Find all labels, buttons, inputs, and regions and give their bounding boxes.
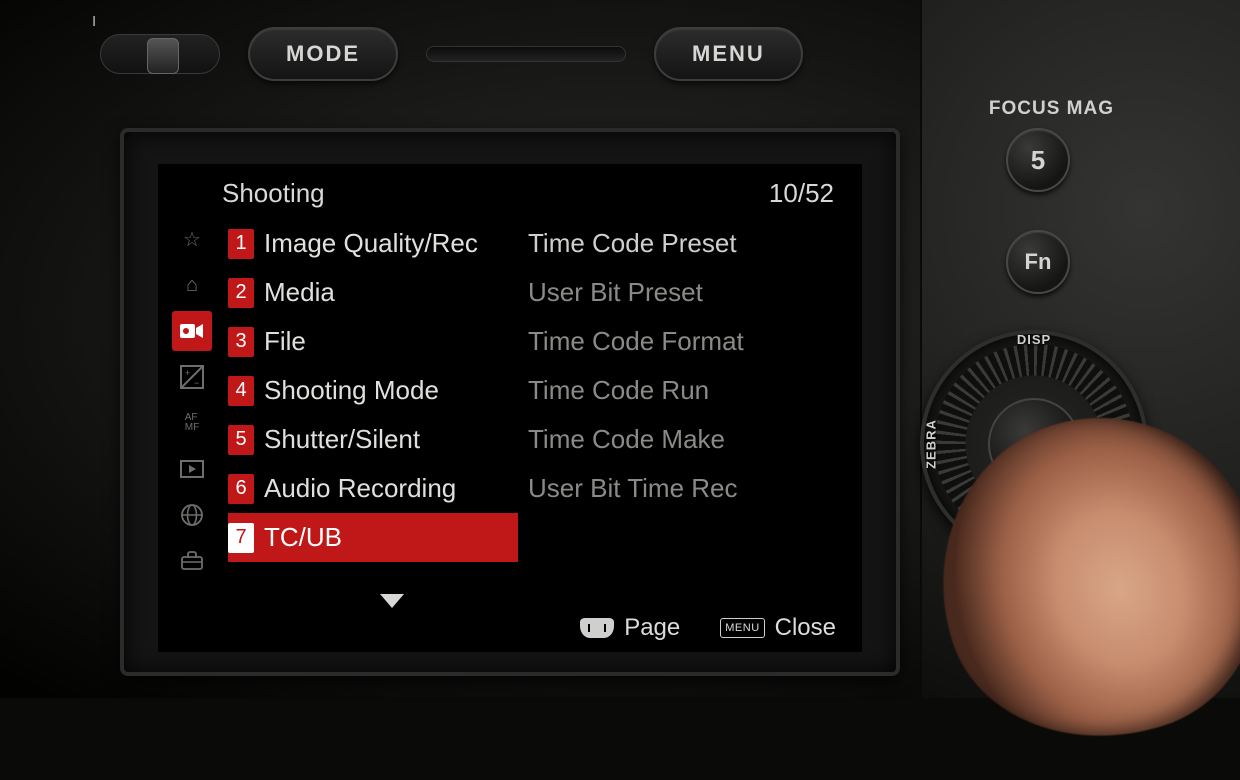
menu-option-label: Time Code Format (528, 326, 744, 357)
playback-icon (180, 460, 204, 478)
menu-option-time-code-preset[interactable]: Time Code Preset (528, 219, 840, 268)
menu-option-user-bit-preset[interactable]: User Bit Preset (528, 268, 840, 317)
menu-category-number: 1 (228, 229, 254, 259)
tab-playback-icon[interactable] (172, 449, 212, 489)
toolbox-icon (180, 551, 204, 571)
menu-category-tc-ub[interactable]: 7 TC/UB (228, 513, 518, 562)
tab-shooting-icon[interactable] (172, 311, 212, 351)
menu-badge-icon: MENU (720, 618, 764, 638)
fn-button[interactable]: Fn (1006, 230, 1070, 294)
menu-category-label: TC/UB (264, 522, 342, 553)
footer-page-hint: Page (580, 614, 680, 642)
menu-option-label: User Bit Preset (528, 277, 703, 308)
tab-network-icon[interactable] (172, 495, 212, 535)
menu-category-column: 1 Image Quality/Rec 2 Media 3 File 4 Sho… (228, 219, 518, 581)
menu-option-label: User Bit Time Rec (528, 473, 738, 504)
wheel-icon (580, 618, 614, 638)
menu-category-label: Shooting Mode (264, 375, 439, 406)
menu-category-number: 4 (228, 376, 254, 406)
svg-text:+: + (185, 368, 190, 378)
menu-category-number: 7 (228, 523, 254, 553)
footer-close-hint: MENU Close (720, 614, 836, 642)
menu-button[interactable]: MENU (654, 27, 803, 81)
footer-close-label: Close (775, 614, 836, 642)
menu-option-user-bit-time-rec[interactable]: User Bit Time Rec (528, 464, 840, 513)
menu-option-label: Time Code Make (528, 424, 725, 455)
scroll-down-icon (380, 594, 404, 608)
menu-category-label: Media (264, 277, 335, 308)
menu-tab-strip: ☆ ⌂ + − AFMF (172, 219, 214, 581)
tab-favorites-icon[interactable]: ☆ (172, 219, 212, 259)
menu-category-label: Shutter/Silent (264, 424, 420, 455)
menu-button-label: MENU (692, 41, 765, 67)
menu-page-indicator: 10/52 (769, 178, 834, 209)
menu-category-shooting-mode[interactable]: 4 Shooting Mode (228, 366, 518, 415)
mode-button-label: MODE (286, 41, 360, 67)
menu-category-number: 3 (228, 327, 254, 357)
menu-option-time-code-format[interactable]: Time Code Format (528, 317, 840, 366)
menu-footer: Page MENU Close (580, 614, 836, 642)
menu-category-shutter-silent[interactable]: 5 Shutter/Silent (228, 415, 518, 464)
menu-category-file[interactable]: 3 File (228, 317, 518, 366)
tab-setup-icon[interactable] (172, 541, 212, 581)
menu-option-time-code-make[interactable]: Time Code Make (528, 415, 840, 464)
exposure-comp-icon: + − (180, 365, 204, 389)
fn-button-label: Fn (1025, 249, 1052, 275)
speaker-slot (426, 46, 626, 62)
wheel-disp-label: DISP (1017, 332, 1051, 347)
video-camera-icon (180, 322, 204, 340)
focus-mag-button-label: 5 (1031, 145, 1045, 176)
menu-option-label: Time Code Preset (528, 228, 737, 259)
lcd-frame: Shooting 10/52 ☆ ⌂ (120, 128, 900, 676)
svg-text:−: − (194, 378, 199, 388)
tab-exposure-icon[interactable]: + − (172, 357, 212, 397)
menu-header: Shooting 10/52 (172, 178, 840, 219)
menu-category-number: 5 (228, 425, 254, 455)
menu-category-number: 2 (228, 278, 254, 308)
focus-mag-button[interactable]: 5 (1006, 128, 1070, 192)
footer-page-label: Page (624, 614, 680, 642)
top-controls: MODE MENU (100, 22, 1080, 86)
menu-category-media[interactable]: 2 Media (228, 268, 518, 317)
globe-icon (180, 503, 204, 527)
wheel-zebra-label: ZEBRA (923, 419, 938, 469)
focus-mag-label: FOCUS MAG (989, 98, 1114, 120)
menu-category-label: File (264, 326, 306, 357)
lcd-screen: Shooting 10/52 ☆ ⌂ (158, 164, 862, 652)
menu-category-audio-recording[interactable]: 6 Audio Recording (228, 464, 518, 513)
tab-focus-icon[interactable]: AFMF (172, 403, 212, 443)
mode-button[interactable]: MODE (248, 27, 398, 81)
menu-category-number: 6 (228, 474, 254, 504)
menu-option-label: Time Code Run (528, 375, 709, 406)
menu-option-column: Time Code Preset User Bit Preset Time Co… (528, 219, 840, 581)
power-switch[interactable] (100, 34, 220, 74)
menu-section-title: Shooting (222, 178, 325, 209)
menu-category-label: Image Quality/Rec (264, 228, 478, 259)
menu-category-image-quality[interactable]: 1 Image Quality/Rec (228, 219, 518, 268)
menu-category-label: Audio Recording (264, 473, 456, 504)
tab-main-icon[interactable]: ⌂ (172, 265, 212, 305)
menu-option-time-code-run[interactable]: Time Code Run (528, 366, 840, 415)
